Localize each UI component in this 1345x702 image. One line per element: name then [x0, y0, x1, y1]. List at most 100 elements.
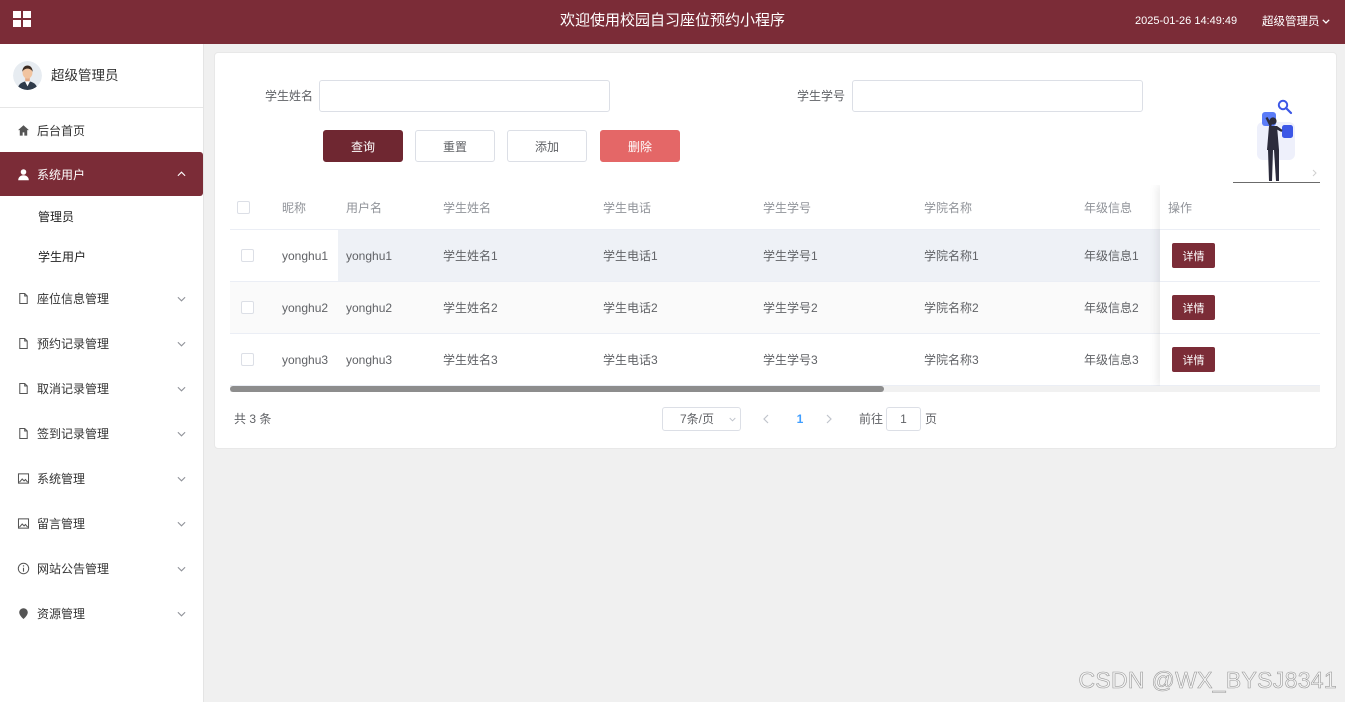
table-row[interactable]: yonghu1 yonghu1 学生姓名1 学生电话1 学生学号1 学院名称1 …: [230, 230, 1320, 282]
sidebar: 超级管理员 后台首页 系统用户 管理员 学生用户 座位信息管理 预约记录管理 取…: [0, 44, 204, 702]
location-icon: [17, 607, 30, 620]
cell-student-name: 学生姓名3: [443, 353, 498, 367]
chevron-right-icon[interactable]: [826, 414, 832, 424]
page-size-select[interactable]: 7条/页: [662, 407, 741, 431]
sidebar-item-label: 系统管理: [37, 472, 86, 486]
sidebar-item-label: 后台首页: [37, 123, 86, 138]
select-all-checkbox[interactable]: [237, 200, 250, 214]
cell-username: yonghu2: [346, 300, 393, 315]
cell-student-number: 学生学号1: [751, 230, 912, 281]
actions-cell: 详情: [1160, 334, 1320, 386]
student-number-label: 学生学号: [797, 89, 846, 103]
row-checkbox[interactable]: [241, 353, 254, 366]
cell-college: 学院名称3: [924, 353, 979, 367]
delete-button[interactable]: 删除: [600, 130, 680, 162]
chevron-down-icon: [177, 341, 186, 347]
table-row[interactable]: yonghu3 yonghu3 学生姓名3 学生电话3 学生学号3 学院名称3 …: [230, 334, 1320, 386]
cell-student-phone: 学生电话2: [603, 301, 658, 315]
column-header-student-name[interactable]: 学生姓名: [431, 185, 591, 229]
actions-cell: 详情: [1160, 230, 1320, 282]
sidebar-subitem-label: 学生用户: [38, 249, 87, 264]
cell-student-name: 学生姓名2: [443, 301, 498, 315]
column-header-student-phone[interactable]: 学生电话: [591, 185, 751, 229]
chevron-down-icon: [177, 386, 186, 392]
sidebar-item-home[interactable]: 后台首页: [0, 108, 203, 152]
column-header-username[interactable]: 用户名: [338, 185, 431, 229]
sidebar-item-label: 留言管理: [37, 517, 86, 531]
column-header-college[interactable]: 学院名称: [912, 185, 1072, 229]
goto-page-input[interactable]: 1: [886, 407, 921, 431]
detail-button[interactable]: 详情: [1172, 243, 1215, 268]
column-header-student-number[interactable]: 学生学号: [751, 185, 912, 229]
header-checkbox-cell: [230, 185, 270, 229]
cell-nickname: yonghu2: [282, 300, 329, 315]
cell-username: yonghu1: [338, 230, 431, 281]
sidebar-item-label: 资源管理: [37, 607, 86, 621]
student-name-input[interactable]: [319, 80, 610, 112]
column-header-actions: 操作: [1160, 185, 1320, 230]
current-datetime: 2025-01-26 14:49:49: [1135, 15, 1238, 27]
chevron-down-icon: [177, 431, 186, 437]
home-icon: [17, 124, 30, 137]
app-title: 欢迎使用校园自习座位预约小程序: [559, 12, 785, 29]
actions-column: 操作 详情 详情 详情: [1160, 185, 1320, 386]
cell-college: 学院名称1: [912, 230, 1072, 281]
document-icon: [17, 382, 30, 395]
picture-icon: [17, 517, 30, 530]
column-header-nickname[interactable]: 昵称: [270, 185, 338, 229]
page-number-current[interactable]: 1: [794, 407, 806, 431]
sidebar-item-label: 取消记录管理: [37, 382, 110, 396]
user-profile: 超级管理员: [0, 44, 203, 108]
row-checkbox[interactable]: [241, 301, 254, 314]
query-button[interactable]: 查询: [323, 130, 403, 162]
chevron-down-icon: [1321, 18, 1330, 24]
user-dropdown[interactable]: 超级管理员: [1262, 0, 1330, 42]
user-icon: [17, 168, 30, 181]
watermark: CSDN @WX_BYSJ8341: [1078, 667, 1337, 694]
table-row[interactable]: yonghu2 yonghu2 学生姓名2 学生电话2 学生学号2 学院名称2 …: [230, 282, 1320, 334]
sidebar-subitem-admin[interactable]: 管理员: [0, 196, 203, 236]
chevron-down-icon: [177, 566, 186, 572]
content-card: 学生姓名 学生学号 查询 重置 添加 删除 昵称 用户名 学生姓名 学生电话 学…: [214, 52, 1337, 449]
cell-nickname: yonghu1: [282, 248, 329, 263]
search-illustration: [1233, 98, 1323, 186]
row-checkbox-cell: [230, 334, 270, 385]
sidebar-item-system-users[interactable]: 系统用户: [0, 152, 203, 196]
student-number-input[interactable]: [852, 80, 1143, 112]
sidebar-item-label: 座位信息管理: [37, 292, 110, 306]
grid-icon[interactable]: [13, 11, 31, 27]
sidebar-item-cancellations[interactable]: 取消记录管理: [0, 366, 203, 411]
sidebar-item-seat-info[interactable]: 座位信息管理: [0, 276, 203, 321]
chevron-down-icon: [177, 611, 186, 617]
sidebar-item-checkins[interactable]: 签到记录管理: [0, 411, 203, 456]
sidebar-subitem-label: 管理员: [38, 209, 75, 224]
detail-button[interactable]: 详情: [1172, 347, 1215, 372]
reset-button[interactable]: 重置: [415, 130, 495, 162]
document-icon: [17, 337, 30, 350]
scrollbar-thumb[interactable]: [230, 386, 884, 392]
sidebar-item-announcements[interactable]: 网站公告管理: [0, 546, 203, 591]
document-icon: [17, 292, 30, 305]
sidebar-subitem-student-users[interactable]: 学生用户: [0, 236, 203, 276]
row-checkbox-cell: [230, 230, 270, 281]
horizontal-scrollbar[interactable]: [230, 386, 1320, 392]
cell-username: yonghu3: [346, 352, 393, 367]
sidebar-item-system-management[interactable]: 系统管理: [0, 456, 203, 501]
detail-button[interactable]: 详情: [1172, 295, 1215, 320]
chevron-down-icon: [177, 296, 186, 302]
sidebar-item-label: 签到记录管理: [37, 427, 110, 441]
cell-college: 学院名称2: [924, 301, 979, 315]
sidebar-item-label: 预约记录管理: [37, 337, 110, 351]
cell-nickname: yonghu3: [282, 352, 329, 367]
chevron-left-icon[interactable]: [763, 414, 769, 424]
sidebar-item-messages[interactable]: 留言管理: [0, 501, 203, 546]
add-button[interactable]: 添加: [507, 130, 587, 162]
row-checkbox[interactable]: [241, 249, 254, 262]
profile-name: 超级管理员: [51, 68, 119, 83]
table-header: 昵称 用户名 学生姓名 学生电话 学生学号 学院名称 年级信息: [230, 185, 1320, 230]
user-dropdown-label: 超级管理员: [1262, 16, 1320, 28]
chevron-down-icon: [729, 417, 736, 422]
sidebar-item-resources[interactable]: 资源管理: [0, 591, 203, 636]
sidebar-item-reservations[interactable]: 预约记录管理: [0, 321, 203, 366]
sidebar-item-label: 网站公告管理: [37, 562, 110, 576]
